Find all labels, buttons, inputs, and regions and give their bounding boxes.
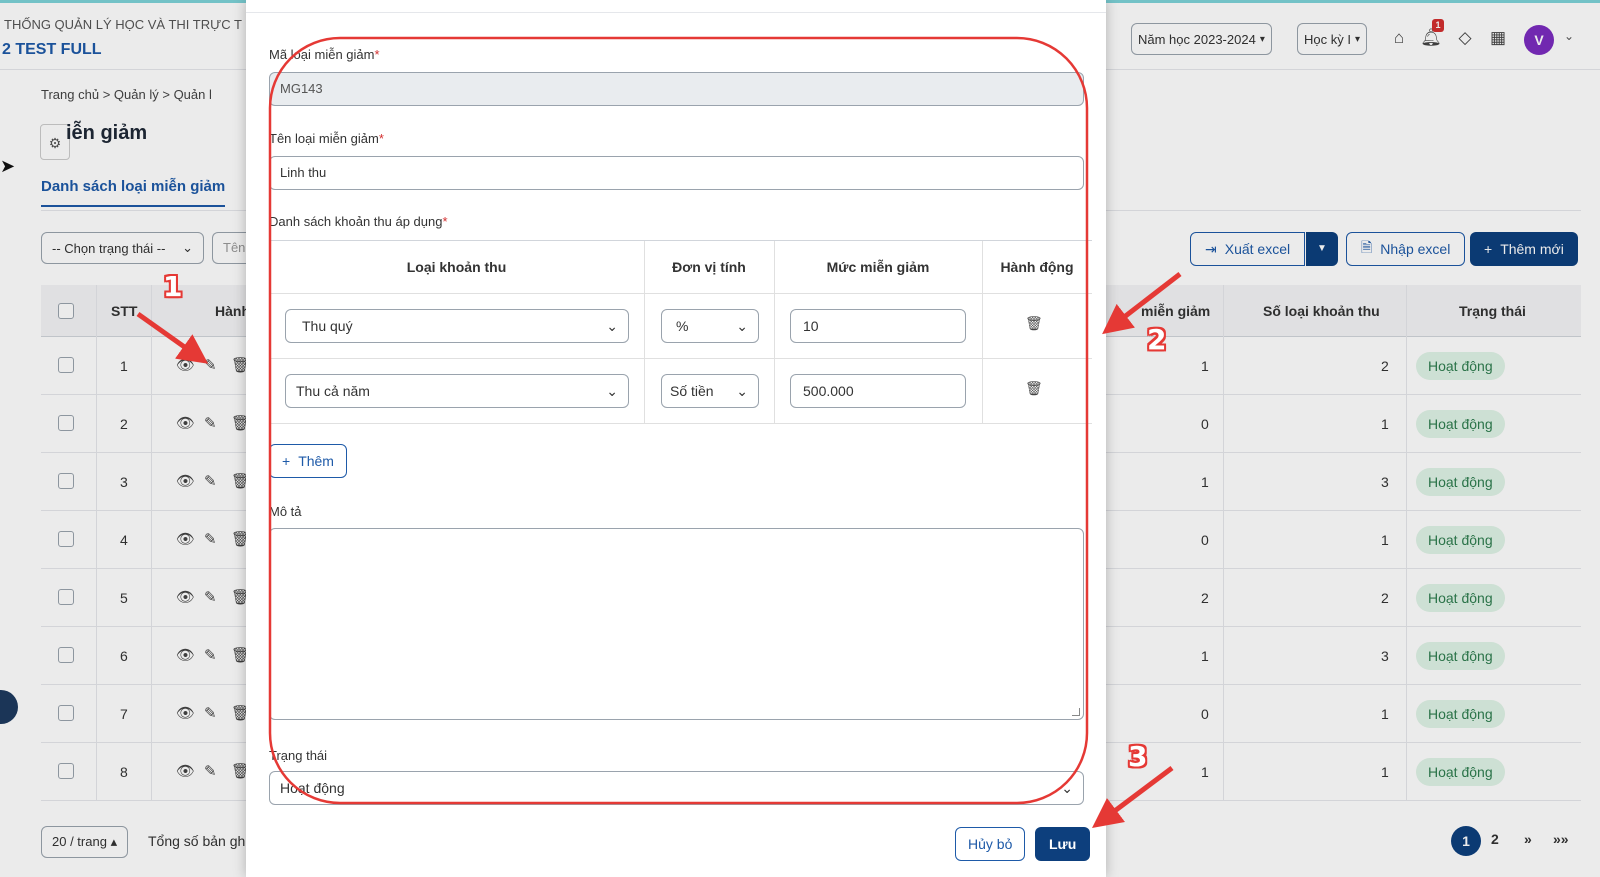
amount-input[interactable]: 10 [790,309,966,343]
header-unit: Đơn vị tính [672,259,746,275]
column-divider [774,241,775,423]
trash-icon[interactable]: 🗑︎ [1025,315,1043,332]
chevron-down-icon: ⌄ [736,382,748,399]
header-action: Hành động [1000,259,1074,275]
add-fee-label: Thêm [298,453,334,469]
unit-select[interactable]: Số tiền ⌄ [661,374,759,408]
step-number-3: 3 [1128,740,1148,773]
unit-select[interactable]: % ⌄ [661,309,759,343]
name-input[interactable]: Linh thu [269,156,1084,190]
status-value: Hoạt động [280,780,345,796]
resize-handle-icon[interactable] [1072,708,1080,716]
row-divider [269,358,1092,359]
row-divider [269,423,1092,424]
fee-type-value: Thu quý [302,318,353,334]
fee-table: Loại khoản thu Đơn vị tính Mức miễn giảm… [269,240,1092,424]
plus-icon: + [282,453,291,469]
chevron-down-icon: ⌄ [606,382,618,399]
chevron-down-icon: ⌄ [606,317,618,334]
save-button[interactable]: Lưu [1035,827,1091,861]
description-textarea[interactable] [269,528,1084,720]
code-label: Mã loại miễn giảm* [269,47,380,62]
step-number-1: 1 [163,270,183,303]
chevron-down-icon: ⌄ [736,317,748,334]
unit-value: % [676,318,689,334]
cancel-button[interactable]: Hủy bỏ [955,827,1026,861]
fee-type-select[interactable]: Thu quý ⌄ [285,309,629,343]
column-divider [982,241,983,423]
add-fee-button[interactable]: + Thêm [269,444,347,478]
amount-input[interactable]: 500.000 [790,374,966,408]
modal-divider [246,12,1106,13]
header-amount: Mức miễn giảm [826,259,930,275]
code-input[interactable]: MG143 [269,72,1084,106]
name-label: Tên loại miễn giảm* [269,131,384,146]
unit-value: Số tiền [670,383,714,399]
header-fee-type: Loại khoản thu [406,259,507,275]
row-divider [269,293,1092,294]
fee-type-value: Thu cả năm [296,383,370,399]
edit-discount-modal: Mã loại miễn giảm* MG143 Tên loại miễn g… [246,0,1106,877]
chevron-down-icon: ⌄ [1061,779,1073,796]
trash-icon[interactable]: 🗑︎ [1025,380,1043,397]
status-label: Trạng thái [269,748,328,763]
column-divider [644,241,645,423]
fee-type-select[interactable]: Thu cả năm ⌄ [285,374,629,408]
step-number-2: 2 [1147,323,1167,356]
description-label: Mô tả [269,504,302,519]
fees-label: Danh sách khoản thu áp dụng* [269,214,448,229]
status-select[interactable]: Hoạt động ⌄ [269,771,1084,805]
